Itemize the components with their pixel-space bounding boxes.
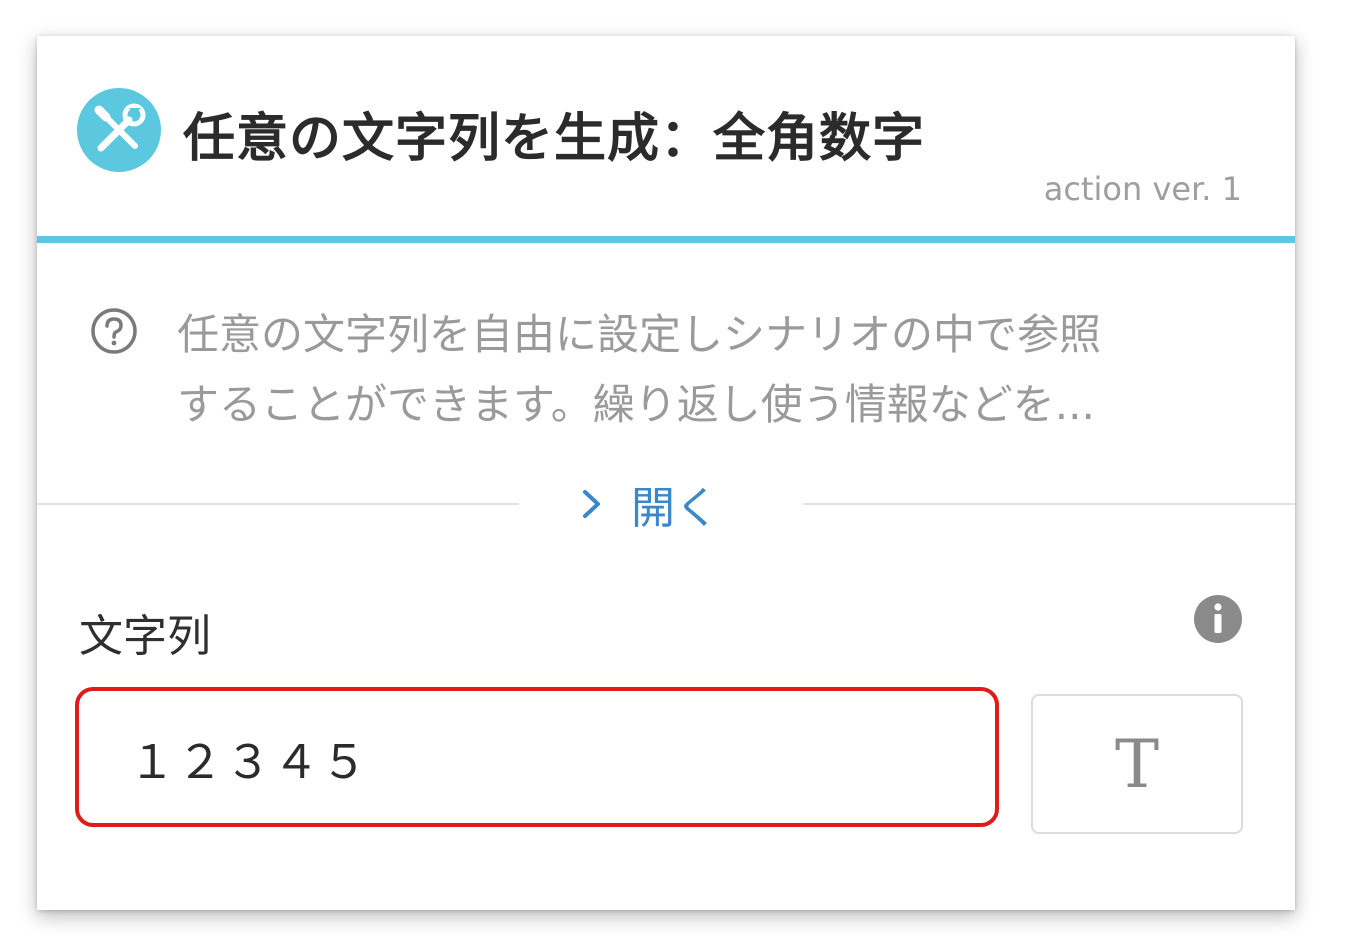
question-circle-icon	[89, 306, 139, 356]
description-line: することができます。繰り返し使う情報などを...	[177, 380, 1095, 429]
string-input-container	[75, 687, 999, 827]
info-circle-icon[interactable]	[1193, 594, 1243, 644]
text-type-icon: T	[1114, 725, 1160, 803]
action-card: 任意の文字列を生成：全角数字 action ver. 1 任意の文字列を自由に設…	[37, 36, 1295, 910]
action-version: action ver. 1	[1043, 170, 1242, 208]
action-description: 任意の文字列を自由に設定しシナリオの中で参照 することができます。繰り返し使う情…	[177, 300, 1217, 440]
field-label: 文字列	[79, 611, 211, 662]
divider	[803, 503, 1295, 505]
wrench-screwdriver-icon	[77, 88, 161, 172]
description-line: 任意の文字列を自由に設定しシナリオの中で参照	[177, 310, 1102, 359]
action-title: 任意の文字列を生成：全角数字	[183, 109, 926, 169]
expand-label: 開く	[631, 483, 719, 534]
divider	[37, 503, 519, 505]
card-header: 任意の文字列を生成：全角数字 action ver. 1	[37, 36, 1295, 243]
chevron-right-icon	[583, 490, 600, 518]
string-input[interactable]	[129, 719, 949, 799]
text-type-button[interactable]: T	[1031, 694, 1243, 834]
expand-description-button[interactable]: 開く	[581, 476, 719, 534]
